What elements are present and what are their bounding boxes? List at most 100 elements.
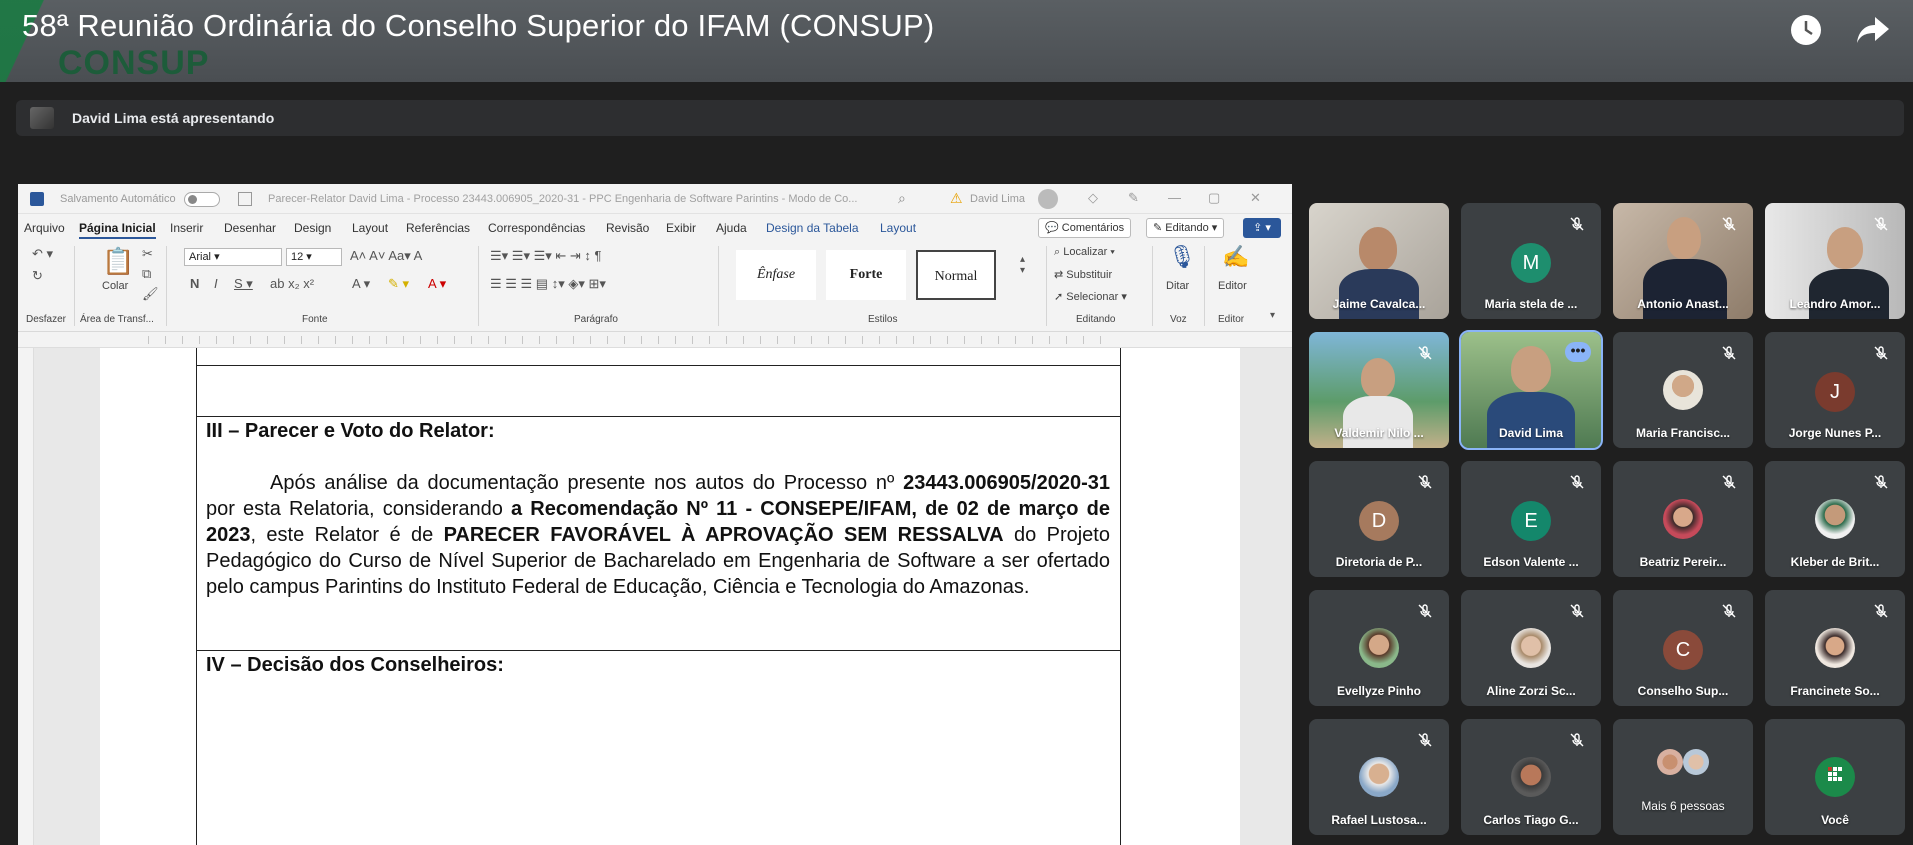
italic-icon[interactable]: I [214,276,218,291]
participant-tile[interactable]: Jaime Cavalca... [1309,203,1449,319]
menu-layout-tabela[interactable]: Layout [880,221,916,235]
restore-icon[interactable]: ▢ [1208,190,1220,206]
participant-tile[interactable]: J Jorge Nunes P... [1765,332,1905,448]
search-icon[interactable]: ⌕ [898,190,906,207]
font-size-select[interactable]: 12 ▾ [286,248,342,266]
institute-logo-icon [1828,767,1842,781]
paste-icon[interactable]: 📋 [102,246,134,277]
participant-tile[interactable]: Kleber de Brit... [1765,461,1905,577]
participant-avatar-photo [1359,757,1399,797]
menu-inserir[interactable]: Inserir [170,221,203,235]
participant-tile[interactable]: Carlos Tiago G... [1461,719,1601,835]
pen-icon[interactable]: ✎ [1128,190,1139,206]
more-people-label: Mais 6 pessoas [1641,799,1725,813]
undo-icon[interactable]: ↶ ▾ [32,246,53,262]
bold-icon[interactable]: N [190,276,199,291]
participant-photo [1361,358,1395,398]
list-icons[interactable]: ☰▾ ☰▾ ☰▾ ⇤ ⇥ ↕ ¶ [490,248,601,264]
participant-tile[interactable]: Maria Francisc... [1613,332,1753,448]
minimize-icon[interactable]: — [1168,190,1181,205]
horizontal-ruler [18,332,1292,348]
editor-group-label: Editor [1218,314,1245,325]
highlight-icon[interactable]: ✎ ▾ [388,276,409,292]
participant-tile[interactable]: Evellyze Pinho [1309,590,1449,706]
text-effects-icon[interactable]: A ▾ [352,276,370,292]
cut-icon[interactable]: ✂ [142,246,153,262]
more-people-tile[interactable]: Mais 6 pessoas [1613,719,1753,835]
participant-tile[interactable]: Antonio Anast... [1613,203,1753,319]
participant-tile[interactable]: D Diretoria de P... [1309,461,1449,577]
table-border-row2 [196,416,1121,417]
participant-tile[interactable]: Aline Zorzi Sc... [1461,590,1601,706]
strike-sub-sup-icon[interactable]: ab x₂ x² [270,276,314,291]
self-tile[interactable]: Você [1765,719,1905,835]
more-options-icon[interactable]: ••• [1565,342,1591,362]
format-painter-icon[interactable]: 🖌 [142,286,159,302]
menu-revisao[interactable]: Revisão [606,221,649,235]
microphone-icon[interactable]: 🎙 [1168,244,1196,270]
menu-exibir[interactable]: Exibir [666,221,696,235]
self-avatar [1815,757,1855,797]
menu-desenhar[interactable]: Desenhar [224,221,276,235]
participant-name: Leandro Amor... [1789,297,1881,311]
participant-name: Conselho Sup... [1637,684,1729,698]
participant-name: David Lima [1498,426,1564,440]
editor-pen-icon[interactable]: ✍ [1222,244,1249,270]
participant-name: Maria Francisc... [1635,426,1731,440]
diamond-icon[interactable]: ◇ [1088,190,1098,206]
redo-icon[interactable]: ↻ [32,268,43,284]
style-enfase[interactable]: Ênfase [736,250,816,300]
participant-tile[interactable]: Beatriz Pereir... [1613,461,1753,577]
menu-layout[interactable]: Layout [352,221,388,235]
menu-correspondencias[interactable]: Correspondências [488,221,585,235]
participant-tile[interactable]: Rafael Lustosa... [1309,719,1449,835]
participant-name: Francinete So... [1790,684,1880,698]
menu-arquivo[interactable]: Arquivo [24,221,65,235]
find-button[interactable]: ⌕ Localizar ▾ [1054,246,1115,259]
save-icon[interactable] [238,192,252,206]
watch-later-clock-icon[interactable] [1786,10,1826,50]
participant-photo-body [1809,269,1889,319]
select-button[interactable]: ➚ Selecionar ▾ [1054,290,1127,303]
share-button[interactable]: ⇪ ▾ [1243,218,1281,238]
document-name: Parecer-Relator David Lima - Processo 23… [268,193,858,205]
editor-button-label[interactable]: Editor [1218,280,1247,292]
font-color-icon[interactable]: A ▾ [428,276,446,292]
participant-avatar: J [1815,372,1855,412]
autosave-toggle[interactable] [184,192,220,207]
para-text-1: Após análise da documentação presente no… [270,472,904,494]
share-arrow-icon[interactable] [1853,10,1893,50]
font-grow-shrink-icon[interactable]: A˄ A˅ Aa▾ A [350,248,422,264]
participant-tile[interactable]: M Maria stela de ... [1461,203,1601,319]
menu-ajuda[interactable]: Ajuda [716,221,747,235]
editing-mode-button[interactable]: ✎ Editando ▾ [1146,218,1225,238]
menu-referencias[interactable]: Referências [406,221,470,235]
table-border-row1 [196,365,1121,366]
menu-design[interactable]: Design [294,221,331,235]
paste-label[interactable]: Colar [102,280,128,292]
ribbon-collapse-icon[interactable]: ▾ [1270,310,1275,321]
participant-tile[interactable]: C Conselho Sup... [1613,590,1753,706]
menu-pagina-inicial[interactable]: Página Inicial [79,221,156,239]
align-icons[interactable]: ☰ ☰ ☰ ▤ ↕▾ ◈▾ ⊞▾ [490,276,606,292]
styles-scroll-icon[interactable]: ▴ ▾ [1020,254,1025,276]
replace-label: Substituir [1066,269,1113,281]
participant-tile-active[interactable]: ••• David Lima [1459,330,1603,450]
user-avatar[interactable] [1038,189,1058,209]
participant-tile[interactable]: Francinete So... [1765,590,1905,706]
copy-icon[interactable]: ⧉ [142,266,151,282]
style-forte[interactable]: Forte [826,250,906,300]
participant-tile[interactable]: Leandro Amor... [1765,203,1905,319]
style-normal[interactable]: Normal [916,250,996,300]
dictate-label[interactable]: Ditar [1166,280,1189,292]
menu-design-tabela[interactable]: Design da Tabela [766,221,859,235]
font-name-value: Arial [189,251,212,263]
underline-icon[interactable]: S ▾ [234,276,253,292]
comments-button[interactable]: 💬 Comentários [1038,218,1132,238]
participant-tile[interactable]: E Edson Valente ... [1461,461,1601,577]
replace-button[interactable]: ⇄ Substituir [1054,268,1112,281]
font-name-select[interactable]: Arial ▾ [184,248,282,266]
participant-tile[interactable]: Valdemir Nilo ... [1309,332,1449,448]
vertical-ruler [18,348,34,845]
close-icon[interactable]: ✕ [1250,190,1261,206]
